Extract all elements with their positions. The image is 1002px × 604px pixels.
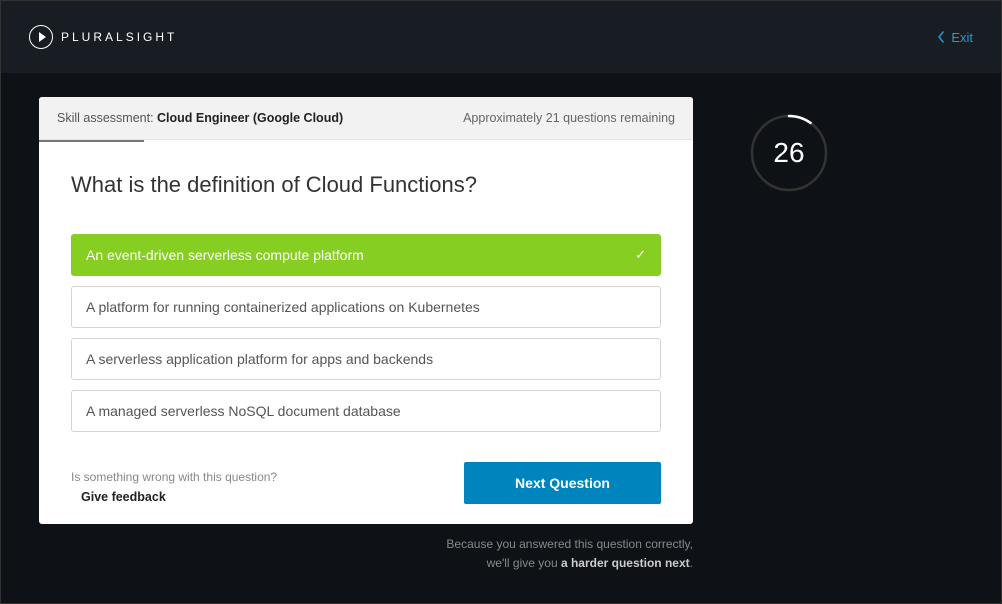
question-panel: Skill assessment: Cloud Engineer (Google… xyxy=(39,97,693,524)
message-line-1: Because you answered this question corre… xyxy=(446,537,693,551)
answer-option[interactable]: An event-driven serverless compute platf… xyxy=(71,234,661,276)
questions-remaining: Approximately 21 questions remaining xyxy=(463,111,675,125)
app-header: PLURALSIGHT Exit xyxy=(1,1,1001,73)
brand-name: PLURALSIGHT xyxy=(61,30,177,44)
question-text: What is the definition of Cloud Function… xyxy=(71,172,661,198)
panel-header: Skill assessment: Cloud Engineer (Google… xyxy=(39,97,693,140)
message-line-2-suffix: . xyxy=(690,556,693,570)
answer-option[interactable]: A serverless application platform for ap… xyxy=(71,338,661,380)
assessment-name: Cloud Engineer (Google Cloud) xyxy=(157,111,343,125)
answer-option[interactable]: A managed serverless NoSQL document data… xyxy=(71,390,661,432)
answer-list: An event-driven serverless compute platf… xyxy=(71,234,661,432)
result-message: Because you answered this question corre… xyxy=(39,535,693,573)
panel-body: What is the definition of Cloud Function… xyxy=(39,142,693,524)
app-frame: PLURALSIGHT Exit Skill assessment: Cloud… xyxy=(0,0,1002,604)
exit-link[interactable]: Exit xyxy=(937,30,973,45)
timer-value: 26 xyxy=(773,137,804,169)
message-line-2-bold: a harder question next xyxy=(561,556,690,570)
message-line-2-prefix: we'll give you xyxy=(487,556,561,570)
chevron-left-icon xyxy=(937,31,945,43)
assessment-title: Skill assessment: Cloud Engineer (Google… xyxy=(57,111,343,125)
next-question-button[interactable]: Next Question xyxy=(464,462,661,504)
panel-footer: Is something wrong with this question? G… xyxy=(71,462,661,504)
brand-logo: PLURALSIGHT xyxy=(29,25,177,49)
assessment-prefix: Skill assessment: xyxy=(57,111,157,125)
play-circle-icon xyxy=(29,25,53,49)
timer: 26 xyxy=(749,113,829,193)
content-area: Skill assessment: Cloud Engineer (Google… xyxy=(1,73,1001,603)
feedback-area: Is something wrong with this question? G… xyxy=(71,470,277,504)
feedback-prompt: Is something wrong with this question? xyxy=(71,470,277,484)
feedback-link[interactable]: Give feedback xyxy=(71,490,277,504)
exit-label: Exit xyxy=(951,30,973,45)
answer-option[interactable]: A platform for running containerized app… xyxy=(71,286,661,328)
